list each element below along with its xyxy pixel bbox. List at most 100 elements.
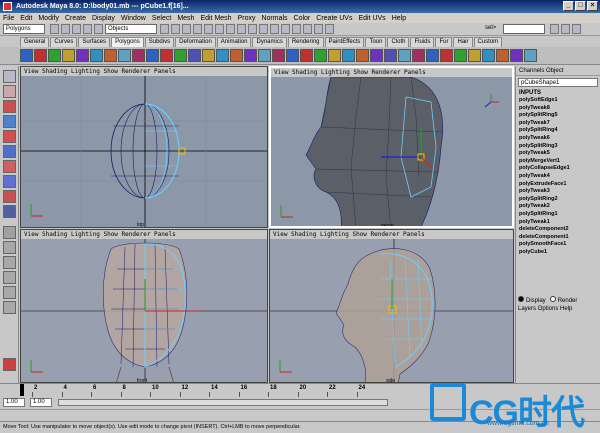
- display-layer-radio[interactable]: Display: [518, 296, 546, 304]
- shelf-tool-icon[interactable]: [482, 49, 495, 62]
- quick-select-input[interactable]: [503, 24, 545, 34]
- show-tool-settings-icon[interactable]: [561, 24, 570, 34]
- universal-manipulator-icon[interactable]: [3, 160, 16, 173]
- shelf-tool-icon[interactable]: [104, 49, 117, 62]
- input-node-item[interactable]: polySplitRing2: [519, 196, 600, 204]
- shelf-tool-icon[interactable]: [524, 49, 537, 62]
- shelf-tool-icon[interactable]: [356, 49, 369, 62]
- render-icon[interactable]: [303, 24, 312, 34]
- shelf-tab-polygons[interactable]: Polygons: [111, 37, 144, 47]
- menu-display[interactable]: Display: [92, 15, 115, 22]
- select-tool-icon[interactable]: [3, 70, 16, 83]
- viewport-top[interactable]: View Shading Lighting Show Renderer Pane…: [20, 66, 268, 228]
- input-node-item[interactable]: polySplitRing4: [519, 127, 600, 135]
- menu-create-uvs[interactable]: Create UVs: [316, 15, 352, 22]
- new-scene-icon[interactable]: [50, 24, 59, 34]
- mask-curves-icon[interactable]: [182, 24, 191, 34]
- menu-create[interactable]: Create: [65, 15, 86, 22]
- show-attribute-editor-icon[interactable]: [550, 24, 559, 34]
- scale-tool-icon[interactable]: [3, 145, 16, 158]
- persp-outliner-layout-icon[interactable]: [3, 256, 16, 269]
- open-scene-icon[interactable]: [61, 24, 70, 34]
- shelf-tool-icon[interactable]: [286, 49, 299, 62]
- render-layer-radio[interactable]: Render: [549, 296, 577, 304]
- menu-window[interactable]: Window: [121, 15, 146, 22]
- shelf-tool-icon[interactable]: [230, 49, 243, 62]
- menu-mesh[interactable]: Mesh: [177, 15, 194, 22]
- shelf-tool-icon[interactable]: [272, 49, 285, 62]
- close-button[interactable]: ×: [587, 1, 598, 11]
- shelf-tab-dynamics[interactable]: Dynamics: [252, 37, 287, 47]
- shelf-tool-icon[interactable]: [20, 49, 33, 62]
- snap-view-plane-icon[interactable]: [281, 24, 290, 34]
- shelf-tool-icon[interactable]: [90, 49, 103, 62]
- viewport-side[interactable]: View Shading Lighting Show Renderer Pane…: [269, 229, 514, 383]
- input-node-item[interactable]: polyTweak8: [519, 105, 600, 113]
- shelf-tool-icon[interactable]: [160, 49, 173, 62]
- snap-point-icon[interactable]: [270, 24, 279, 34]
- history-icon[interactable]: [292, 24, 301, 34]
- mask-dynamics-icon[interactable]: [215, 24, 224, 34]
- input-node-item[interactable]: polyCollapseEdge1: [519, 165, 600, 173]
- selection-mask-field[interactable]: Objects: [105, 24, 157, 34]
- show-manipulator-icon[interactable]: [3, 190, 16, 203]
- four-view-layout-icon[interactable]: [3, 241, 16, 254]
- input-node-item[interactable]: polyTweak6: [519, 135, 600, 143]
- last-tool-icon[interactable]: [3, 205, 16, 218]
- maximize-button[interactable]: □: [575, 1, 586, 11]
- input-node-item[interactable]: polySplitRing5: [519, 112, 600, 120]
- mask-handles-icon[interactable]: [160, 24, 169, 34]
- start-time-field[interactable]: 1.00: [3, 398, 25, 407]
- select-object-icon[interactable]: [94, 24, 103, 34]
- channel-box-header[interactable]: Channels Object: [516, 66, 600, 76]
- viewport-persp[interactable]: View Shading Lighting Show Renderer Pane…: [269, 66, 514, 228]
- input-node-item[interactable]: polyTweak5: [519, 150, 600, 158]
- shelf-tool-icon[interactable]: [146, 49, 159, 62]
- mask-surfaces-icon[interactable]: [193, 24, 202, 34]
- shelf-tool-icon[interactable]: [76, 49, 89, 62]
- rotate-tool-icon[interactable]: [3, 130, 16, 143]
- input-node-item[interactable]: polyCube1: [519, 249, 600, 257]
- input-node-item[interactable]: polySplitRing3: [519, 143, 600, 151]
- shelf-tool-icon[interactable]: [188, 49, 201, 62]
- menu-set-dropdown[interactable]: Polygons: [3, 24, 45, 34]
- shelf-tool-icon[interactable]: [468, 49, 481, 62]
- menu-modify[interactable]: Modify: [38, 15, 59, 22]
- minimize-button[interactable]: _: [563, 1, 574, 11]
- shelf-tab-toon[interactable]: Toon: [365, 37, 387, 47]
- move-tool-icon[interactable]: [3, 115, 16, 128]
- shelf-tool-icon[interactable]: [328, 49, 341, 62]
- shelf-tool-icon[interactable]: [314, 49, 327, 62]
- shelf-tool-icon[interactable]: [34, 49, 47, 62]
- input-node-item[interactable]: polyTweak3: [519, 188, 600, 196]
- menu-color[interactable]: Color: [294, 15, 311, 22]
- shelf-tab-hair[interactable]: Hair: [453, 37, 473, 47]
- shelf-tool-icon[interactable]: [258, 49, 271, 62]
- persp-graph-layout-icon[interactable]: [3, 271, 16, 284]
- menu-proxy[interactable]: Proxy: [238, 15, 256, 22]
- current-time-marker[interactable]: [20, 384, 24, 396]
- shelf-tool-icon[interactable]: [342, 49, 355, 62]
- shelf-tool-icon[interactable]: [398, 49, 411, 62]
- render-settings-icon[interactable]: [325, 24, 334, 34]
- shelf-tab-fur[interactable]: Fur: [435, 37, 453, 47]
- shelf-tool-icon[interactable]: [300, 49, 313, 62]
- viewport-panel-menu[interactable]: View Shading Lighting Show Renderer Pane…: [270, 230, 513, 239]
- shelf-tool-icon[interactable]: [174, 49, 187, 62]
- shelf-tool-icon[interactable]: [62, 49, 75, 62]
- ipr-render-icon[interactable]: [314, 24, 323, 34]
- select-hierarchy-icon[interactable]: [83, 24, 92, 34]
- menu-file[interactable]: File: [3, 15, 14, 22]
- shelf-tool-icon[interactable]: [412, 49, 425, 62]
- shelf-tab-custom[interactable]: Custom: [473, 37, 503, 47]
- shelf-tool-icon[interactable]: [384, 49, 397, 62]
- uv-editor-layout-icon[interactable]: [3, 301, 16, 314]
- maya-logo-icon[interactable]: [3, 358, 16, 371]
- shelf-tool-icon[interactable]: [216, 49, 229, 62]
- input-node-item[interactable]: polyExtrudeFace1: [519, 181, 600, 189]
- shelf-tab-painteffects[interactable]: PaintEffects: [324, 37, 365, 47]
- shelf-tab-fluids[interactable]: Fluids: [410, 37, 435, 47]
- menu-edit-uvs[interactable]: Edit UVs: [358, 15, 385, 22]
- range-start-field[interactable]: 1.00: [30, 398, 52, 407]
- shelf-tool-icon[interactable]: [132, 49, 145, 62]
